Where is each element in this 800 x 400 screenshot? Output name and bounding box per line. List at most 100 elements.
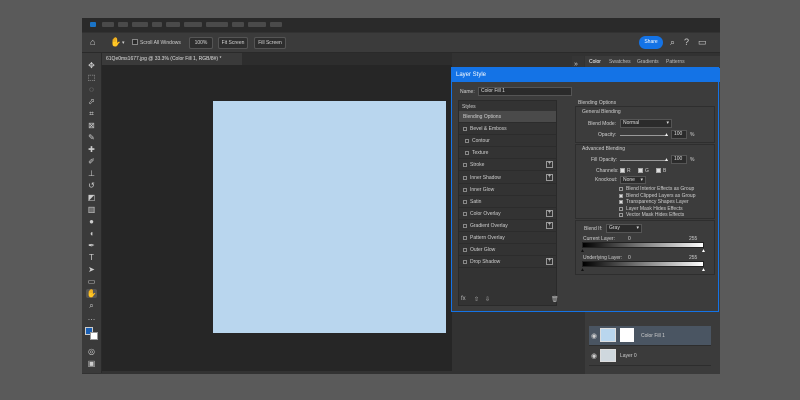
screen-mode-icon[interactable]: ▣ <box>86 359 97 368</box>
hand-tool-icon[interactable]: ✋ <box>110 38 121 47</box>
pen-tool-icon[interactable]: ✒ <box>86 241 97 250</box>
opacity-slider-handle[interactable]: ▲ <box>664 132 669 138</box>
tab-swatches[interactable]: Swatches <box>609 59 631 65</box>
menu-item[interactable] <box>118 22 128 27</box>
quick-mask-icon[interactable]: ◎ <box>86 347 97 356</box>
rectangle-tool-icon[interactable]: ▭ <box>86 277 97 286</box>
visibility-eye-icon[interactable]: ◉ <box>591 332 597 341</box>
fill-screen-button[interactable]: Fill Screen <box>254 37 286 49</box>
blur-tool-icon[interactable]: ● <box>86 217 97 226</box>
background-color-swatch[interactable] <box>90 332 98 340</box>
eyedropper-tool-icon[interactable]: ✎ <box>86 133 97 142</box>
style-item[interactable]: Drop Shadow + <box>459 256 556 269</box>
brush-tool-icon[interactable]: ✐ <box>86 157 97 166</box>
style-item[interactable]: Gradient Overlay + <box>459 220 556 232</box>
blend-mode-select[interactable]: Normal ▾ <box>620 119 672 128</box>
add-style-icon[interactable]: + <box>546 173 553 181</box>
more-tools-icon[interactable]: … <box>86 313 97 322</box>
channel-b-checkbox[interactable] <box>656 168 661 173</box>
workspace-icon[interactable]: ▭ <box>698 38 707 47</box>
style-checkbox[interactable] <box>463 223 467 228</box>
hand-tool-icon[interactable]: ✋ <box>86 289 97 298</box>
layer-mask-thumbnail[interactable] <box>620 328 634 342</box>
scroll-all-windows-checkbox[interactable] <box>132 39 138 45</box>
frame-tool-icon[interactable]: ⊠ <box>86 121 97 130</box>
layer-row-layer-0[interactable]: ◉ Layer 0 <box>589 346 711 366</box>
menu-item[interactable] <box>270 22 282 27</box>
search-icon[interactable]: ⌕ <box>670 38 675 47</box>
type-tool-icon[interactable]: T <box>86 253 97 262</box>
menu-item[interactable] <box>166 22 180 27</box>
menu-item[interactable] <box>232 22 244 27</box>
eraser-tool-icon[interactable]: ◩ <box>86 193 97 202</box>
opacity-slider[interactable] <box>620 135 668 136</box>
style-checkbox[interactable] <box>463 199 467 204</box>
menu-item[interactable] <box>102 22 114 27</box>
style-item[interactable]: Pattern Overlay <box>459 232 556 244</box>
blend-option-checkbox[interactable] <box>619 213 623 217</box>
style-checkbox[interactable] <box>463 260 467 265</box>
style-checkbox[interactable] <box>463 236 467 240</box>
fill-opacity-slider[interactable] <box>620 160 668 161</box>
style-item[interactable]: Blending Options <box>459 111 556 123</box>
menu-item[interactable] <box>206 22 228 27</box>
current-black-handle[interactable]: ▲ <box>580 248 585 254</box>
trash-icon[interactable]: 🗑 <box>551 296 559 303</box>
style-checkbox[interactable] <box>463 127 467 132</box>
style-checkbox[interactable] <box>465 139 469 144</box>
dodge-tool-icon[interactable]: ◖ <box>86 229 97 238</box>
fit-screen-button[interactable]: Fit Screen <box>218 37 248 49</box>
style-checkbox[interactable] <box>463 211 467 216</box>
style-item[interactable]: Texture <box>459 147 556 160</box>
style-checkbox[interactable] <box>463 187 467 192</box>
menu-item[interactable] <box>184 22 202 27</box>
style-item[interactable]: Bevel & Emboss <box>459 123 556 136</box>
tab-gradients[interactable]: Gradients <box>637 59 659 65</box>
object-selection-tool-icon[interactable]: ⬀ <box>86 97 97 106</box>
layer-name-input[interactable]: Color Fill 1 <box>478 87 572 96</box>
blend-option-checkbox[interactable] <box>619 193 623 198</box>
add-style-icon[interactable]: + <box>546 209 553 217</box>
zoom-tool-icon[interactable]: ⌕ <box>86 301 97 310</box>
tab-color[interactable]: Color <box>589 59 601 65</box>
style-checkbox[interactable] <box>465 151 469 156</box>
style-item[interactable]: Outer Glow <box>459 244 556 257</box>
menu-item[interactable] <box>152 22 162 27</box>
add-style-icon[interactable]: + <box>546 221 553 229</box>
tab-patterns[interactable]: Patterns <box>666 59 685 65</box>
fx-icon[interactable]: fx <box>461 296 466 302</box>
document-canvas[interactable] <box>213 101 446 333</box>
style-item[interactable]: Color Overlay + <box>459 208 556 220</box>
marquee-tool-icon[interactable]: ⬚ <box>86 73 97 82</box>
style-item[interactable]: Stroke + <box>459 159 556 172</box>
move-tool-icon[interactable]: ✥ <box>86 61 97 70</box>
current-white-handle[interactable]: ▲ <box>701 248 706 254</box>
underlying-white-handle[interactable]: ▲ <box>701 267 706 273</box>
add-style-icon[interactable]: + <box>546 161 553 169</box>
knockout-select[interactable]: None ▾ <box>620 176 646 184</box>
chevron-down-icon[interactable]: ▾ <box>122 39 125 48</box>
visibility-eye-icon[interactable]: ◉ <box>591 352 597 361</box>
zoom-100-button[interactable]: 100% <box>189 37 213 49</box>
underlying-layer-gradient-slider[interactable] <box>582 261 704 267</box>
style-item[interactable]: Contour <box>459 135 556 148</box>
add-style-icon[interactable]: + <box>546 258 553 266</box>
blend-option-checkbox[interactable] <box>619 206 623 211</box>
layer-row-color-fill[interactable]: ◉ Color Fill 1 <box>589 326 711 346</box>
style-checkbox[interactable] <box>463 248 467 253</box>
current-layer-gradient-slider[interactable] <box>582 242 704 248</box>
style-checkbox[interactable] <box>463 163 467 168</box>
share-button[interactable]: Share <box>639 36 663 49</box>
home-icon[interactable]: ⌂ <box>90 38 95 47</box>
crop-tool-icon[interactable]: ⌗ <box>86 109 97 118</box>
style-item[interactable]: Inner Shadow + <box>459 172 556 184</box>
style-item[interactable]: Inner Glow <box>459 184 556 196</box>
path-selection-tool-icon[interactable]: ➤ <box>86 265 97 274</box>
history-brush-tool-icon[interactable]: ↺ <box>86 181 97 190</box>
channel-g-checkbox[interactable] <box>638 168 643 173</box>
fill-opacity-input[interactable]: 100 <box>671 155 687 164</box>
blend-option-checkbox[interactable] <box>619 187 623 191</box>
help-icon[interactable]: ? <box>684 38 689 47</box>
style-item[interactable]: Satin <box>459 196 556 208</box>
move-up-icon[interactable]: ⇧ <box>474 296 479 303</box>
